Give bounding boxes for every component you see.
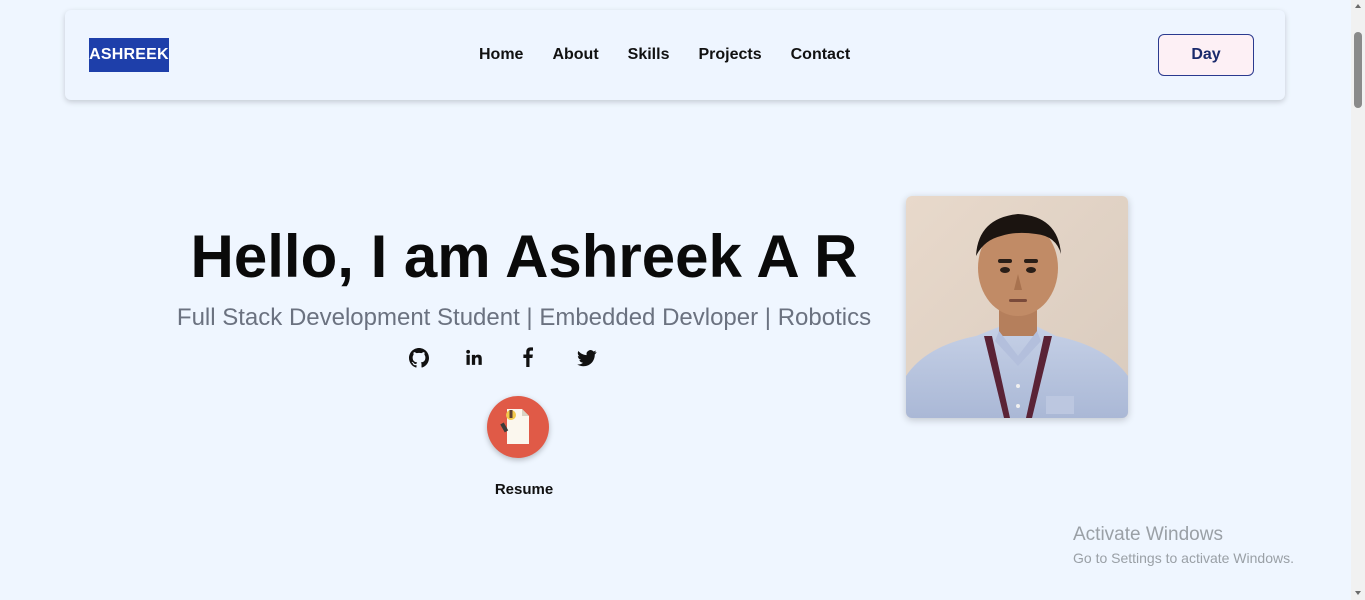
scroll-down-icon[interactable] (1354, 589, 1362, 597)
linkedin-icon[interactable] (464, 348, 484, 368)
watermark-title: Activate Windows (1073, 524, 1223, 545)
navbar: ASHREEK Home About Skills Projects Conta… (65, 10, 1285, 100)
nav-link-projects[interactable]: Projects (698, 46, 761, 64)
nav-link-contact[interactable]: Contact (791, 46, 851, 64)
twitter-icon[interactable] (577, 348, 597, 368)
facebook-icon[interactable] (518, 347, 538, 367)
nav-links: Home About Skills Projects Contact (479, 46, 850, 64)
nav-link-about[interactable]: About (552, 46, 598, 64)
hero-title: Hello, I am Ashreek A R (190, 223, 858, 290)
social-links (0, 347, 1048, 369)
theme-toggle-button[interactable]: Day (1158, 34, 1254, 76)
github-icon[interactable] (409, 348, 429, 368)
scroll-up-icon[interactable] (1354, 2, 1362, 10)
scroll-thumb[interactable] (1354, 32, 1362, 108)
hero-subtitle: Full Stack Development Student | Embedde… (176, 304, 872, 331)
scrollbar[interactable] (1351, 0, 1365, 600)
nav-link-skills[interactable]: Skills (628, 46, 670, 64)
logo[interactable]: ASHREEK (89, 38, 169, 72)
resume-label: Resume (494, 481, 554, 498)
document-icon (500, 409, 529, 444)
activate-windows-watermark: Activate Windows Go to Settings to activ… (1073, 524, 1294, 566)
nav-link-home[interactable]: Home (479, 46, 523, 64)
resume-button[interactable] (487, 396, 549, 458)
profile-photo (906, 196, 1128, 418)
watermark-subtitle: Go to Settings to activate Windows. (1073, 550, 1294, 566)
